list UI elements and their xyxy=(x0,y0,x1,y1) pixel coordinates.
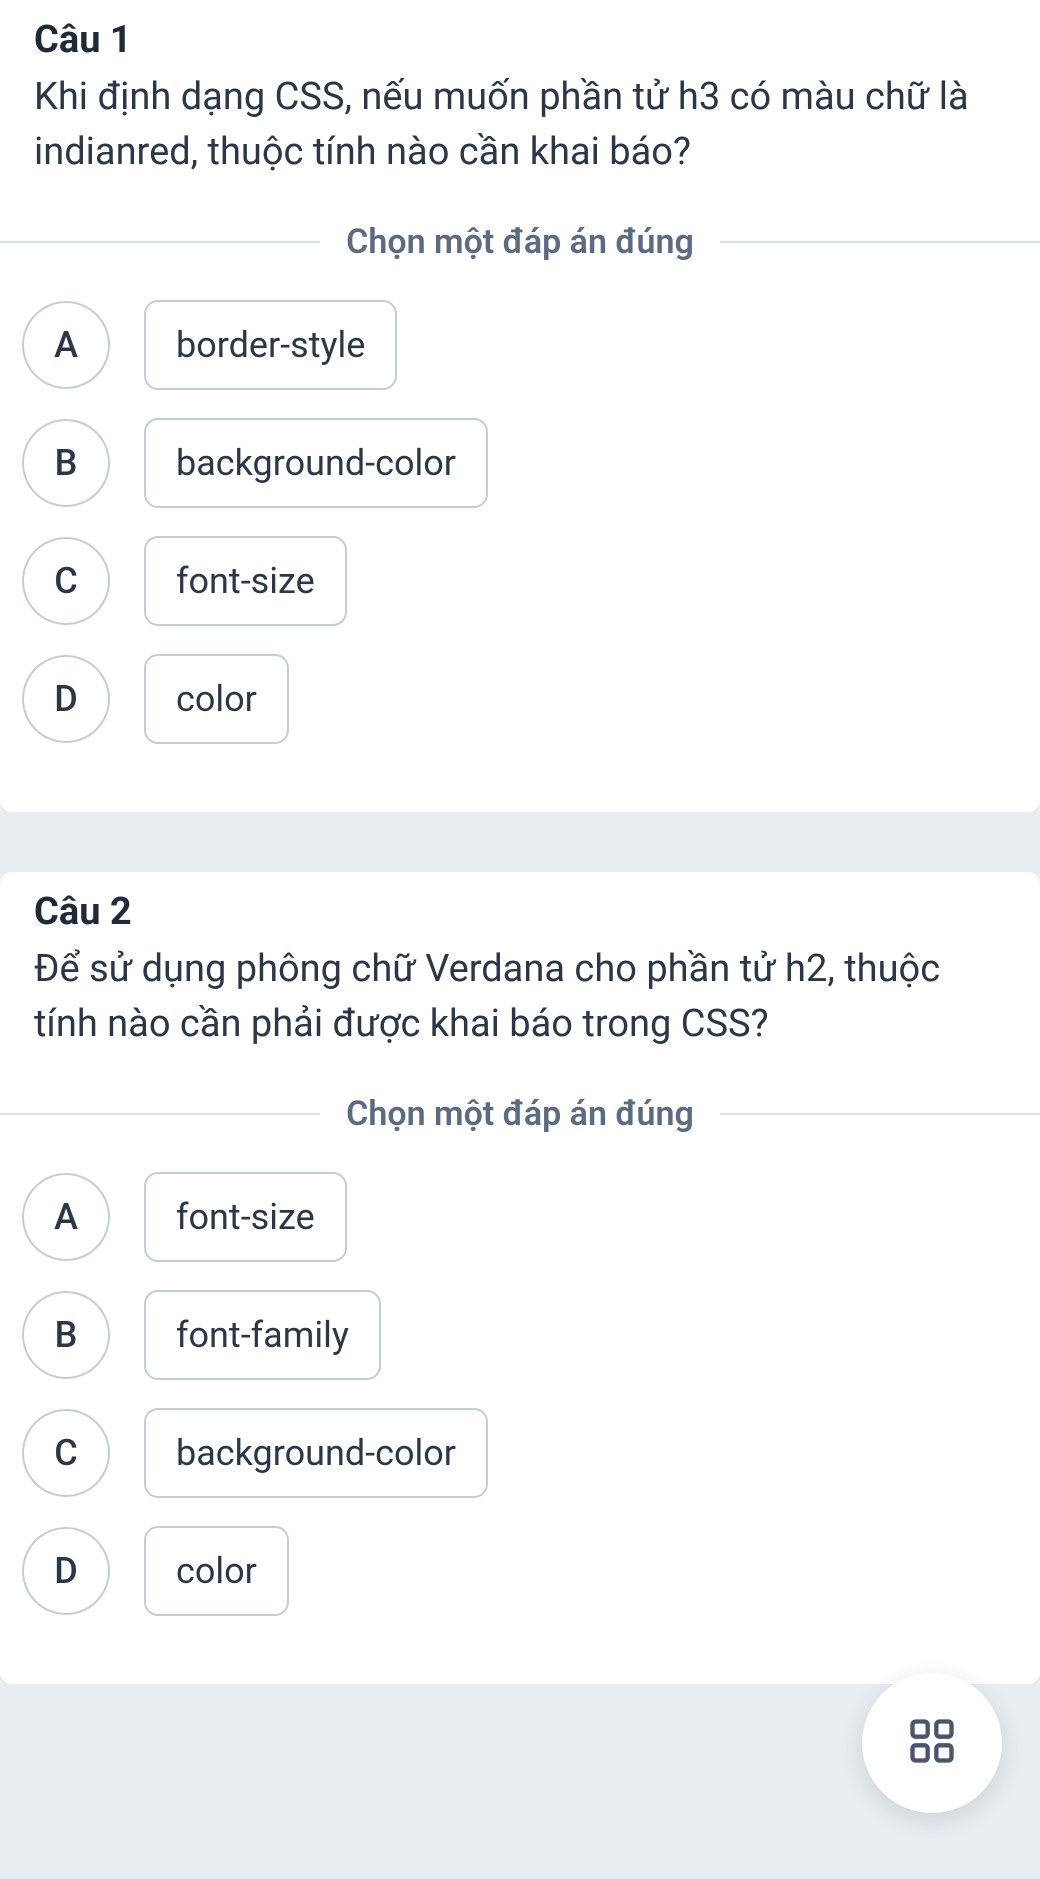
options-list: A font-size B font-family C background-c… xyxy=(0,1172,1040,1616)
question-header: Câu 1 Khi định dạng CSS, nếu muốn phần t… xyxy=(0,0,1040,180)
option-letter: A xyxy=(22,1173,110,1261)
instruction-divider: Chọn một đáp án đúng xyxy=(0,222,1040,262)
option-label: background-color xyxy=(144,1408,488,1498)
option-letter: B xyxy=(22,1291,110,1379)
option-label: color xyxy=(144,1526,289,1616)
option-d[interactable]: D color xyxy=(22,654,1018,744)
option-label: border-style xyxy=(144,300,397,390)
question-card: Câu 2 Để sử dụng phông chữ Verdana cho p… xyxy=(0,872,1040,1684)
option-label: font-size xyxy=(144,1172,347,1262)
option-label: background-color xyxy=(144,418,488,508)
option-c[interactable]: C background-color xyxy=(22,1408,1018,1498)
option-letter: B xyxy=(22,419,110,507)
option-a[interactable]: A font-size xyxy=(22,1172,1018,1262)
option-a[interactable]: A border-style xyxy=(22,300,1018,390)
question-text: Khi định dạng CSS, nếu muốn phần tử h3 c… xyxy=(34,70,1006,180)
option-label: font-family xyxy=(144,1290,381,1380)
divider-line xyxy=(0,241,320,243)
option-b[interactable]: B font-family xyxy=(22,1290,1018,1380)
question-header: Câu 2 Để sử dụng phông chữ Verdana cho p… xyxy=(0,872,1040,1052)
option-letter: C xyxy=(22,1409,110,1497)
option-b[interactable]: B background-color xyxy=(22,418,1018,508)
instruction-divider: Chọn một đáp án đúng xyxy=(0,1094,1040,1134)
grid-icon xyxy=(906,1715,958,1771)
option-letter: C xyxy=(22,537,110,625)
option-label: font-size xyxy=(144,536,347,626)
option-c[interactable]: C font-size xyxy=(22,536,1018,626)
divider-line xyxy=(0,1113,320,1115)
option-letter: D xyxy=(22,1527,110,1615)
question-title: Câu 2 xyxy=(34,890,1006,934)
question-title: Câu 1 xyxy=(34,18,1006,62)
question-text: Để sử dụng phông chữ Verdana cho phần tử… xyxy=(34,942,1006,1052)
options-list: A border-style B background-color C font… xyxy=(0,300,1040,744)
option-letter: A xyxy=(22,301,110,389)
grid-fab-button[interactable] xyxy=(862,1673,1002,1813)
option-d[interactable]: D color xyxy=(22,1526,1018,1616)
option-letter: D xyxy=(22,655,110,743)
instruction-label: Chọn một đáp án đúng xyxy=(320,222,720,262)
question-card: Câu 1 Khi định dạng CSS, nếu muốn phần t… xyxy=(0,0,1040,812)
instruction-label: Chọn một đáp án đúng xyxy=(320,1094,720,1134)
divider-line xyxy=(720,1113,1040,1115)
divider-line xyxy=(720,241,1040,243)
option-label: color xyxy=(144,654,289,744)
